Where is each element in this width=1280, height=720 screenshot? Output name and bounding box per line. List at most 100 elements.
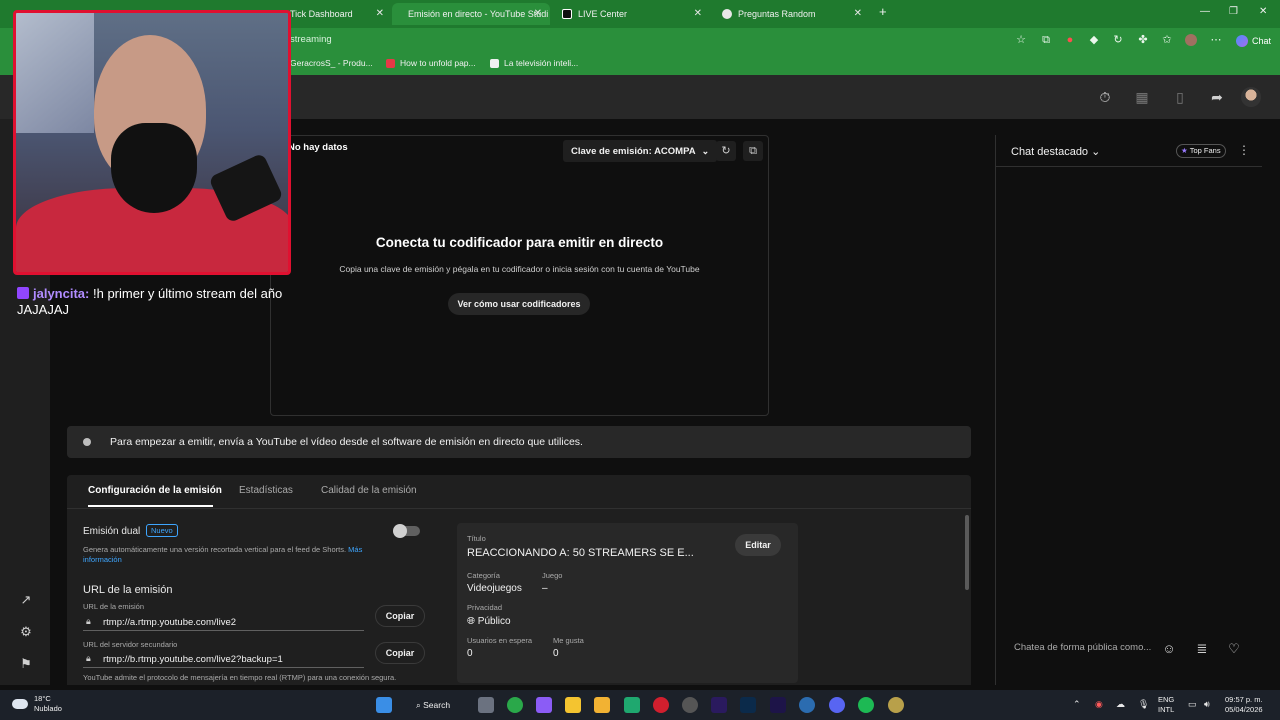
- close-icon[interactable]: ✕: [854, 8, 862, 19]
- amazon-icon: [490, 58, 499, 68]
- stream-url-field[interactable]: 🔒︎ rtmp://a.rtmp.youtube.com/live2: [83, 615, 364, 631]
- record-tray-icon[interactable]: ◉: [1095, 699, 1103, 710]
- favorites-icon[interactable]: ✩: [1161, 34, 1173, 46]
- backup-url-label: URL del servidor secundario: [83, 640, 178, 649]
- new-tab-icon[interactable]: +: [879, 4, 887, 19]
- tab-stream-health[interactable]: Calidad de la emisión: [321, 485, 417, 496]
- active-tab-indicator: [88, 505, 213, 507]
- chat-overlay-message: jalyncita: !h primer y último stream del…: [17, 286, 287, 318]
- share-icon[interactable]: ➦: [1209, 89, 1225, 105]
- emoji-icon[interactable]: ☺: [1161, 641, 1177, 657]
- poll-icon[interactable]: ≣: [1194, 641, 1210, 657]
- dual-stream-label: Emisión dual: [83, 526, 141, 537]
- minimize-icon[interactable]: —: [1200, 6, 1210, 17]
- bookmark-item[interactable]: How to unfold pap...: [386, 58, 476, 68]
- obs-icon[interactable]: [653, 697, 669, 713]
- restore-icon[interactable]: ❐: [1229, 6, 1238, 17]
- profile-icon[interactable]: [1185, 34, 1197, 46]
- search-button[interactable]: ⌕ Search: [410, 696, 462, 714]
- copy-backup-url-button[interactable]: Copiar: [375, 642, 425, 664]
- refresh-extension-icon[interactable]: ↻: [1112, 34, 1124, 46]
- bookmark-icon: ▯: [1176, 89, 1184, 105]
- close-icon[interactable]: ✕: [534, 8, 542, 19]
- app-icon[interactable]: [888, 697, 904, 713]
- url-text[interactable]: streaming: [290, 34, 332, 45]
- backup-url-value: rtmp://b.rtmp.youtube.com/live2?backup=1: [103, 654, 283, 665]
- file-explorer-icon[interactable]: [594, 697, 610, 713]
- xbox-icon[interactable]: [507, 697, 523, 713]
- start-icon[interactable]: [376, 697, 392, 713]
- clock[interactable]: 09:57 p. m. 05/04/2026: [1225, 695, 1263, 715]
- copy-icon[interactable]: ⧉: [743, 141, 763, 161]
- close-icon[interactable]: ✕: [694, 8, 702, 19]
- volume-icon[interactable]: 🔊︎: [1204, 699, 1210, 710]
- photoshop-icon[interactable]: [740, 697, 756, 713]
- edit-button[interactable]: Editar: [735, 534, 781, 556]
- translate-icon[interactable]: ⧉: [1040, 34, 1052, 46]
- steam-icon[interactable]: [682, 697, 698, 713]
- refresh-icon[interactable]: ↻: [716, 141, 736, 161]
- star-icon[interactable]: ☆: [1015, 34, 1027, 46]
- stream-preview: [270, 135, 769, 416]
- display-icon[interactable]: ▭: [1188, 699, 1197, 710]
- likes-label: Me gusta: [553, 636, 584, 645]
- scrollbar[interactable]: [965, 515, 969, 590]
- top-fans-label: Top Fans: [1189, 146, 1221, 155]
- chevron-down-icon: ⌄: [701, 145, 710, 156]
- spotify-icon[interactable]: [858, 697, 874, 713]
- chat-input[interactable]: Chatea de forma pública como...: [1014, 642, 1159, 658]
- sticky-notes-icon[interactable]: [565, 697, 581, 713]
- more-icon[interactable]: ⋯: [1210, 34, 1222, 46]
- privacy-label: Privacidad: [467, 603, 503, 612]
- task-view-icon[interactable]: [478, 697, 494, 713]
- copilot-icon[interactable]: [536, 697, 552, 713]
- bookmark-item[interactable]: La televisión inteli...: [490, 58, 578, 68]
- copy-url-button[interactable]: Copiar: [375, 605, 425, 627]
- encoder-help-button[interactable]: Ver cómo usar codificadores: [448, 293, 590, 315]
- game-label: Juego: [542, 571, 563, 580]
- chat-mode-dropdown[interactable]: Chat destacado ⌄: [1011, 145, 1100, 158]
- chevron-up-icon[interactable]: ⌃: [1073, 699, 1081, 710]
- tab-analytics[interactable]: Estadísticas: [239, 485, 293, 496]
- close-window-icon[interactable]: ✕: [1259, 6, 1267, 17]
- language-indicator[interactable]: ENG INTL: [1158, 695, 1174, 715]
- microphone-icon[interactable]: 🎙︎: [1138, 699, 1149, 710]
- tab-youtube-studio[interactable]: Emisión en directo - YouTube Studi ✕: [392, 3, 550, 25]
- copilot-chat-button[interactable]: Chat: [1232, 33, 1275, 49]
- extension-icon[interactable]: ◆: [1088, 34, 1100, 46]
- extension-record-icon[interactable]: ●: [1064, 34, 1076, 46]
- onedrive-icon[interactable]: ☁: [1116, 699, 1125, 710]
- app-icon[interactable]: [624, 697, 640, 713]
- tab-preguntas-random[interactable]: Preguntas Random ✕: [712, 3, 870, 25]
- bookmark-item[interactable]: GeracrosS_ - Produ...: [290, 58, 373, 68]
- banner-text: Para empezar a emitir, envía a YouTube e…: [110, 436, 583, 448]
- stream-key-dropdown[interactable]: Clave de emisión: ACOMPA ⌄: [563, 140, 718, 162]
- calendar-icon: ▦: [1135, 89, 1149, 105]
- game-value: –: [542, 583, 548, 594]
- privacy-text: Público: [477, 616, 511, 627]
- top-fans-button[interactable]: ★ Top Fans: [1176, 144, 1226, 158]
- tab-stream-settings[interactable]: Configuración de la emisión: [88, 485, 222, 496]
- tab-live-center[interactable]: LIVE Center ✕: [552, 3, 710, 25]
- weather-widget[interactable]: 18°C Nublado: [12, 694, 62, 714]
- after-effects-icon[interactable]: [770, 697, 786, 713]
- connect-title: Conecta tu codificador para emitir en di…: [375, 235, 664, 250]
- edge-icon[interactable]: [799, 697, 815, 713]
- feedback-icon[interactable]: ⚑: [18, 656, 34, 672]
- more-options-icon[interactable]: ⋮: [1238, 143, 1250, 157]
- dual-stream-description: Genera automáticamente una versión recor…: [83, 545, 393, 565]
- gear-icon[interactable]: ⚙: [18, 624, 34, 640]
- timer-icon[interactable]: ⏱: [1097, 89, 1113, 105]
- discord-icon[interactable]: [829, 697, 845, 713]
- tab-tick-dashboard[interactable]: Tick Dashboard ✕: [280, 3, 392, 25]
- dual-stream-toggle[interactable]: [393, 524, 420, 538]
- puzzle-icon[interactable]: ✤: [1137, 34, 1149, 46]
- external-link-icon[interactable]: ↗: [18, 592, 34, 608]
- backup-url-field[interactable]: 🔒︎ rtmp://b.rtmp.youtube.com/live2?backu…: [83, 652, 364, 668]
- avatar[interactable]: [1241, 87, 1261, 107]
- lang-bottom: INTL: [1158, 705, 1175, 714]
- close-icon[interactable]: ✕: [376, 8, 384, 19]
- privacy-value: 🌐︎ Público: [467, 616, 511, 627]
- heart-icon[interactable]: ♡: [1226, 641, 1242, 657]
- premiere-icon[interactable]: [711, 697, 727, 713]
